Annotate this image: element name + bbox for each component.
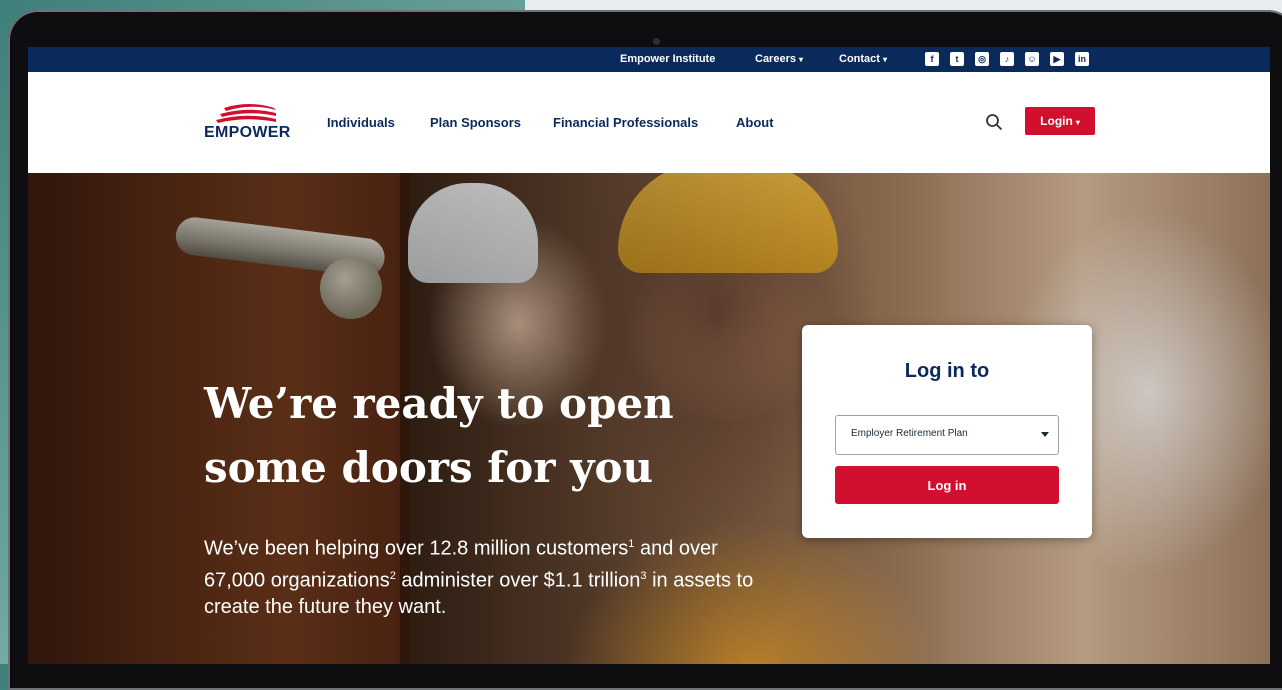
instagram-icon[interactable]: ◎ (975, 52, 989, 66)
nav-individuals[interactable]: Individuals (327, 115, 395, 130)
login-chevron-icon: ▾ (1075, 118, 1080, 127)
account-type-value: Employer Retirement Plan (851, 428, 968, 439)
account-type-select[interactable]: Employer Retirement Plan (835, 415, 1059, 455)
youtube-icon[interactable]: ▶ (1050, 52, 1064, 66)
contact-chevron-icon: ▾ (882, 55, 887, 64)
search-icon[interactable] (985, 113, 1003, 131)
careers-chevron-icon: ▾ (798, 55, 803, 64)
linkedin-icon[interactable]: in (1075, 52, 1089, 66)
main-nav: EMPOWER Individuals Plan Sponsors Financ… (28, 72, 1270, 173)
twitter-icon[interactable]: t (950, 52, 964, 66)
nav-plan-sponsors[interactable]: Plan Sponsors (430, 115, 521, 130)
hero-headline: We’re ready to open some doors for you (204, 379, 674, 492)
login-card: Log in to Employer Retirement Plan Log i… (802, 325, 1092, 538)
contact-label: Contact (839, 53, 880, 65)
tiktok-icon[interactable]: ♪ (1000, 52, 1014, 66)
careers-menu[interactable]: Careers ▾ (755, 53, 803, 65)
select-chevron-icon (1041, 432, 1049, 437)
camera-icon (653, 38, 660, 45)
hero-body-text: We’ve been helping over 12.8 million cus… (204, 531, 764, 621)
hero-body-part3: administer over $1.1 trillion (395, 569, 641, 592)
login-label: Login (1040, 114, 1073, 128)
contact-menu[interactable]: Contact ▾ (839, 53, 887, 65)
empower-institute-link[interactable]: Empower Institute (620, 53, 715, 65)
nav-financial-professionals[interactable]: Financial Professionals (553, 115, 698, 130)
nav-about[interactable]: About (736, 115, 774, 130)
login-dropdown-button[interactable]: Login ▾ (1025, 107, 1095, 135)
login-card-title: Log in to (904, 360, 990, 382)
logo-text: EMPOWER (204, 124, 291, 141)
browser-screen: Empower Institute Careers ▾ Contact ▾ f t … (28, 47, 1270, 664)
utility-bar: Empower Institute Careers ▾ Contact ▾ f t … (28, 47, 1270, 72)
flag-logo-icon (216, 104, 276, 123)
snapchat-icon[interactable]: ☺ (1025, 52, 1039, 66)
log-in-button[interactable]: Log in (835, 466, 1059, 504)
empower-logo[interactable]: EMPOWER (204, 102, 300, 146)
careers-label: Careers (755, 53, 796, 65)
hero-body-part1: We’ve been helping over 12.8 million cus… (204, 537, 629, 560)
hero-section: We’re ready to open some doors for you W… (28, 173, 1270, 664)
facebook-icon[interactable]: f (925, 52, 939, 66)
